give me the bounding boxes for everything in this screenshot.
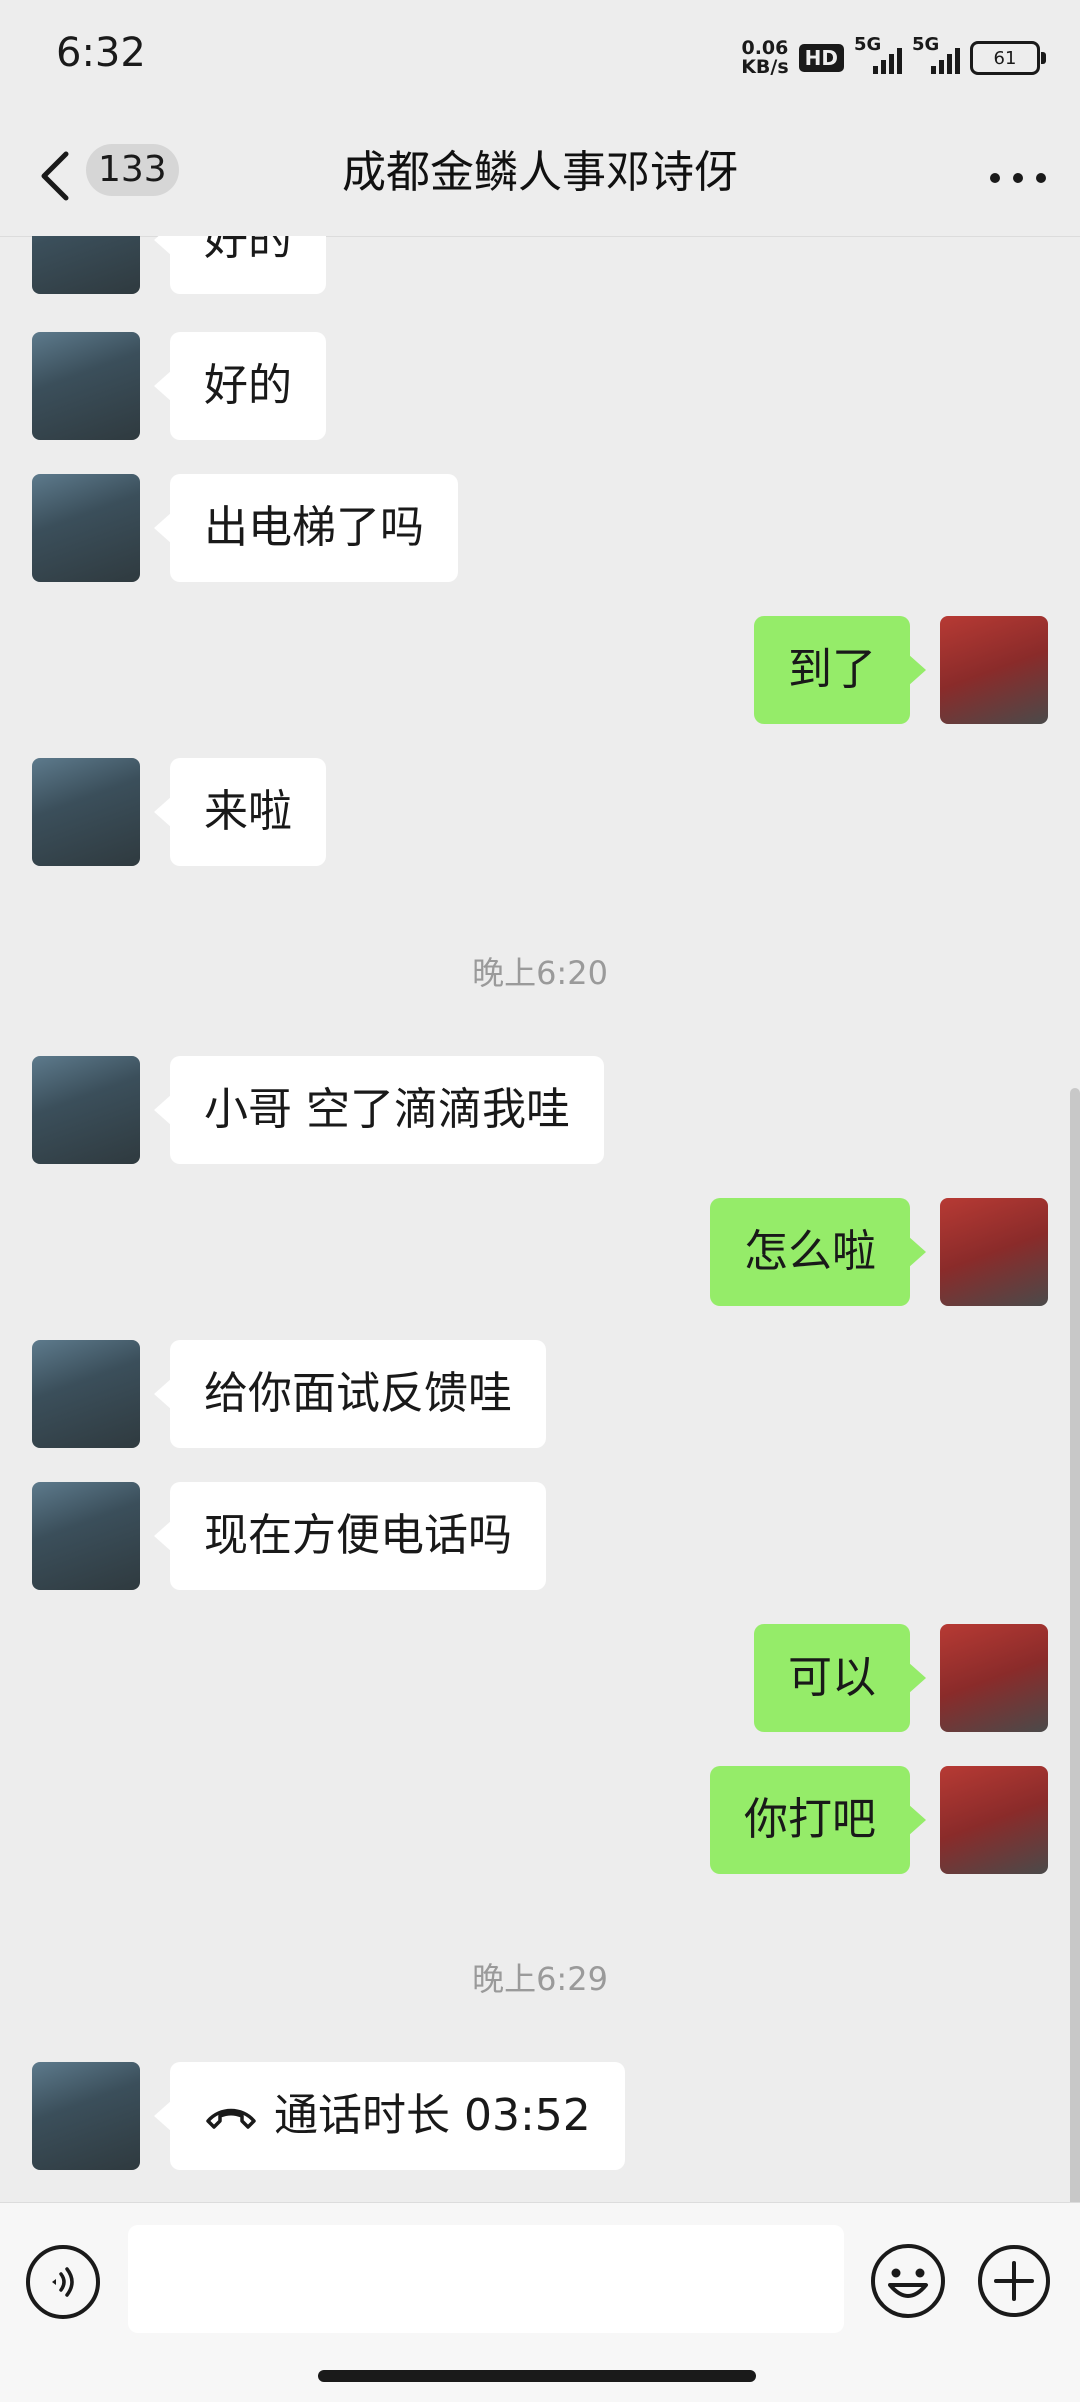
battery-icon: 61 — [970, 41, 1046, 75]
chevron-left-icon — [41, 151, 69, 201]
message-bubble[interactable]: 可以 — [754, 1624, 926, 1732]
network-speed: 0.06 KB/s — [741, 39, 788, 77]
my-avatar[interactable] — [940, 1624, 1048, 1732]
message-bubble[interactable]: 好的 — [154, 332, 326, 440]
more-dot-icon — [1013, 173, 1023, 183]
home-indicator[interactable] — [318, 2370, 756, 2382]
contact-avatar[interactable] — [32, 2062, 140, 2170]
more-dot-icon — [990, 173, 1000, 183]
more-options-button[interactable] — [990, 158, 1046, 198]
message-bubble[interactable]: 给你面试反馈哇 — [154, 1340, 546, 1448]
contact-avatar[interactable] — [32, 474, 140, 582]
voice-input-button[interactable] — [26, 2245, 100, 2319]
contact-avatar[interactable] — [32, 1056, 140, 1164]
message-bubble[interactable]: 你打吧 — [710, 1766, 926, 1874]
signal-icon-sim2: 5G — [912, 34, 960, 78]
hd-voice-icon: HD — [798, 44, 844, 72]
message-bubble[interactable]: 好的 — [154, 236, 326, 294]
battery-level: 61 — [993, 47, 1017, 69]
more-functions-button[interactable] — [976, 2243, 1052, 2319]
emoji-button[interactable] — [868, 2241, 948, 2321]
message-list[interactable]: 好的 好的 出电梯了吗 到了 来啦 晚上6:20 小哥 空了滴滴我哇 怎么啦 给… — [0, 236, 1080, 2202]
scrollbar[interactable] — [1070, 1088, 1080, 2202]
network-speed-unit: KB/s — [741, 56, 789, 78]
more-dot-icon — [1036, 173, 1046, 183]
phone-hangup-icon — [206, 2108, 256, 2129]
contact-avatar[interactable] — [32, 332, 140, 440]
plus-icon — [978, 2245, 1050, 2317]
chat-title: 成都金鳞人事邓诗伢 — [342, 147, 738, 198]
message-timestamp: 晚上6:20 — [472, 954, 608, 992]
message-bubble[interactable]: 怎么啦 — [710, 1198, 926, 1306]
my-avatar[interactable] — [940, 1198, 1048, 1306]
message-bubble[interactable]: 到了 — [754, 616, 926, 724]
message-timestamp: 晚上6:29 — [472, 1960, 608, 1998]
call-duration-text: 通话时长 03:52 — [274, 2090, 591, 2141]
my-avatar[interactable] — [940, 616, 1048, 724]
unread-count-badge[interactable]: 133 — [86, 144, 179, 196]
chat-header: 133 成都金鳞人事邓诗伢 — [0, 118, 1080, 237]
message-bubble[interactable]: 来啦 — [154, 758, 326, 866]
contact-avatar[interactable] — [32, 758, 140, 866]
contact-avatar[interactable] — [32, 236, 140, 294]
status-icons: 0.06 KB/s HD 5G 5G 61 — [741, 34, 1046, 82]
status-bar: 6:32 0.06 KB/s HD 5G 5G 61 — [0, 0, 1080, 118]
emoji-icon — [871, 2244, 945, 2318]
message-bubble[interactable]: 出电梯了吗 — [154, 474, 458, 582]
back-button[interactable] — [36, 148, 76, 204]
status-time: 6:32 — [56, 30, 146, 76]
contact-avatar[interactable] — [32, 1482, 140, 1590]
contact-avatar[interactable] — [32, 1340, 140, 1448]
message-input[interactable] — [128, 2225, 844, 2333]
call-record-bubble[interactable]: 通话时长 03:52 — [154, 2062, 625, 2170]
signal-icon-sim1: 5G — [854, 34, 902, 78]
message-bubble[interactable]: 现在方便电话吗 — [154, 1482, 546, 1590]
message-bubble[interactable]: 小哥 空了滴滴我哇 — [154, 1056, 604, 1164]
my-avatar[interactable] — [940, 1766, 1048, 1874]
voice-icon — [52, 2267, 74, 2297]
